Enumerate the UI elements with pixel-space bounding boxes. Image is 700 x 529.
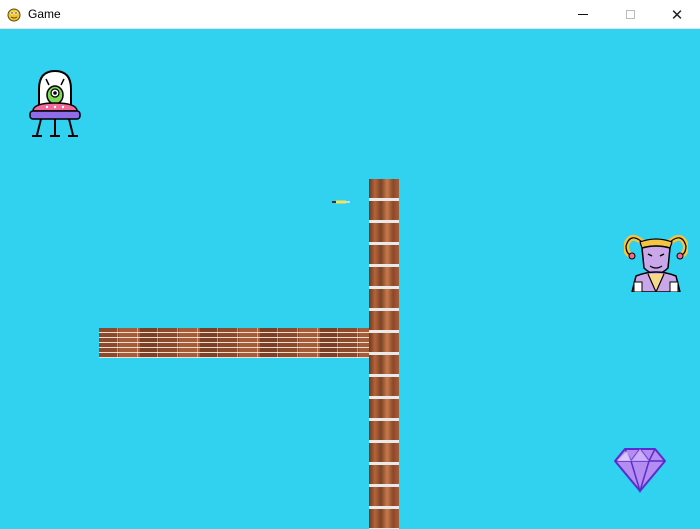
jester-icon xyxy=(624,234,688,292)
diamond-icon xyxy=(614,447,666,493)
close-button[interactable]: ✕ xyxy=(654,0,700,29)
game-canvas[interactable] xyxy=(0,29,700,529)
brick-wall-horizontal xyxy=(99,328,369,358)
bullet-icon xyxy=(332,200,350,204)
alien-ufo-icon xyxy=(29,69,81,137)
minimize-icon xyxy=(578,14,588,15)
close-icon: ✕ xyxy=(670,5,684,24)
minimize-button[interactable] xyxy=(560,0,606,29)
maximize-button[interactable] xyxy=(607,0,653,29)
title-bar[interactable]: Game ✕ xyxy=(0,0,700,29)
maximize-icon xyxy=(625,10,635,19)
pygame-snake-icon xyxy=(7,8,21,22)
brick-wall-vertical xyxy=(369,179,399,529)
window-title: Game xyxy=(28,7,61,21)
game-window: Game ✕ xyxy=(0,0,700,529)
